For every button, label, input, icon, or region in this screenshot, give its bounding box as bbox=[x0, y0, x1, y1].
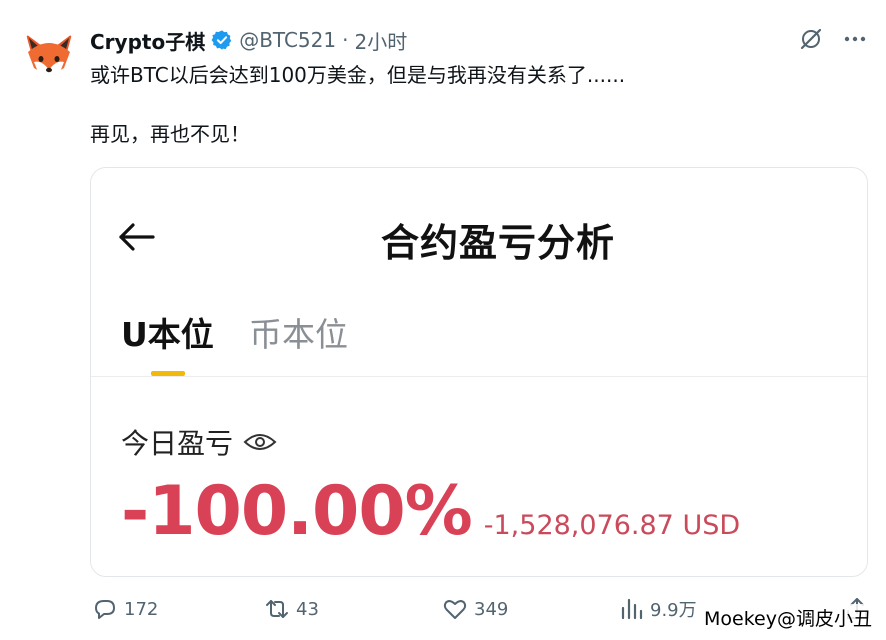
display-name[interactable]: Crypto子棋 bbox=[90, 26, 205, 55]
screen-title: 合约盈亏分析 bbox=[380, 221, 615, 265]
like-count: 349 bbox=[474, 598, 509, 620]
today-pnl-label: 今日盈亏 bbox=[121, 427, 234, 460]
more-options-icon[interactable] bbox=[842, 26, 868, 52]
reply-button[interactable]: 172 bbox=[92, 596, 158, 622]
tab-coin-margined: 币本位 bbox=[249, 315, 348, 354]
retweet-button[interactable]: 43 bbox=[264, 596, 319, 622]
eye-icon bbox=[243, 434, 277, 450]
pnl-row: -100.00% -1,528,076.87 USD bbox=[121, 472, 740, 551]
watermark: Moekey@调皮小丑 bbox=[702, 604, 874, 631]
reply-icon bbox=[95, 600, 115, 619]
separator-dot: · bbox=[342, 28, 349, 52]
today-pnl-label-row: 今日盈亏 bbox=[121, 422, 277, 462]
tab-u-margined: U本位 bbox=[121, 315, 214, 354]
view-count: 9.9万 bbox=[650, 600, 697, 621]
retweet-count: 43 bbox=[296, 598, 319, 620]
tweet-text-line-2: 再见，再也不见！ bbox=[90, 122, 250, 146]
views-chart-icon bbox=[621, 598, 643, 620]
like-button[interactable]: 349 bbox=[442, 596, 508, 622]
tab-divider bbox=[91, 376, 867, 377]
post-time[interactable]: 2小时 bbox=[354, 26, 407, 55]
heart-icon bbox=[443, 600, 467, 619]
reply-count: 172 bbox=[124, 598, 159, 620]
media-card[interactable]: 合约盈亏分析 U本位 币本位 今日盈亏 -100.00% -1,528,076.… bbox=[90, 167, 868, 577]
tweet-text-line-1: 或许BTC以后会达到100万美金，但是与我再没有关系了...... bbox=[90, 63, 626, 87]
avatar[interactable] bbox=[20, 26, 78, 84]
verified-badge-icon bbox=[211, 30, 232, 50]
grok-icon[interactable] bbox=[798, 26, 824, 52]
pnl-amount: -1,528,076.87 USD bbox=[483, 510, 741, 541]
retweet-icon bbox=[266, 600, 288, 618]
tweet-top-actions bbox=[798, 26, 868, 52]
fox-avatar-icon bbox=[20, 26, 78, 84]
views-button[interactable]: 9.9万 bbox=[618, 596, 697, 622]
handle[interactable]: @BTC521 bbox=[239, 28, 336, 52]
pnl-percent: -100.00% bbox=[121, 472, 473, 551]
tweet-header: Crypto子棋 @BTC521 · 2小时 bbox=[90, 26, 407, 54]
